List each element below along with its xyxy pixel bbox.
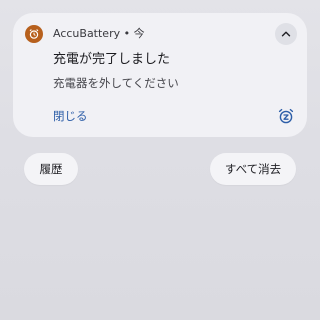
snooze-alarm-icon[interactable] [277, 107, 295, 125]
notification-shade: AccuBattery • 今 充電が完了しました 充電器を外してください 閉じ… [0, 0, 320, 320]
notification-title: 充電が完了しました [53, 52, 171, 67]
notification-card[interactable]: AccuBattery • 今 充電が完了しました 充電器を外してください 閉じ… [13, 13, 307, 137]
history-button[interactable]: 履歴 [24, 153, 78, 185]
clear-all-button[interactable]: すべて消去 [210, 153, 296, 185]
notification-body: 充電器を外してください [53, 76, 179, 90]
dismiss-action-button[interactable]: 閉じる [53, 108, 88, 124]
chevron-up-icon [280, 25, 292, 44]
notification-header: AccuBattery • 今 [53, 27, 145, 40]
alarm-clock-icon [25, 25, 43, 43]
collapse-button[interactable] [275, 23, 297, 45]
